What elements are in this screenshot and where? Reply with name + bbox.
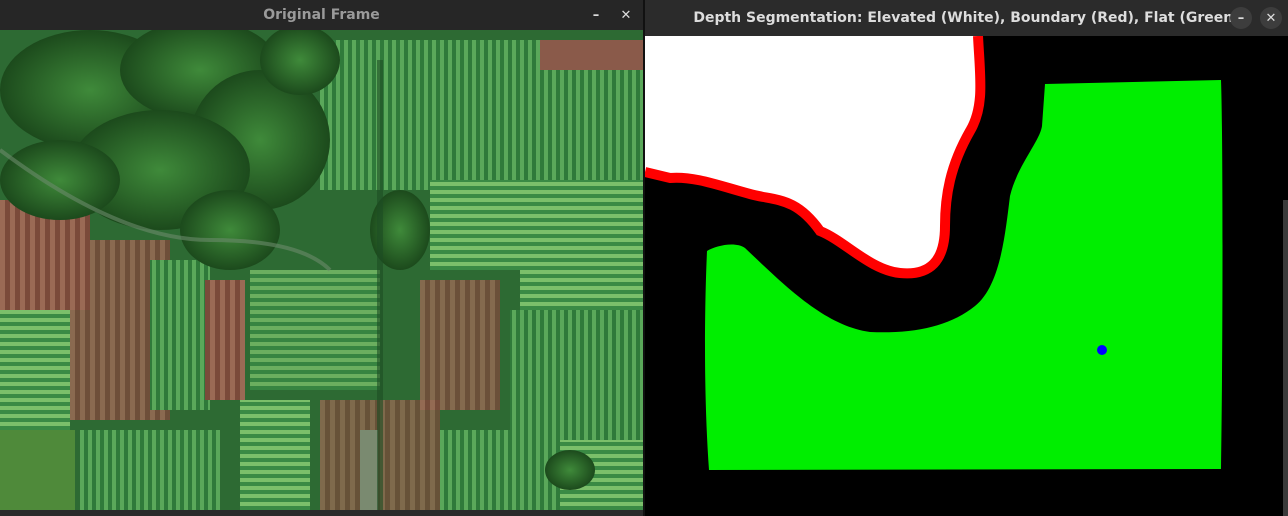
minimize-icon[interactable]: – — [1230, 7, 1252, 29]
segmentation-canvas — [645, 35, 1288, 516]
aerial-image — [0, 20, 643, 516]
segmentation-mask — [645, 35, 1288, 516]
marker-dot — [1097, 345, 1107, 355]
titlebar[interactable]: Original Frame – ✕ — [0, 0, 643, 30]
farm-aerial-photo — [0, 20, 643, 516]
original-frame-window: Original Frame – ✕ — [0, 0, 643, 516]
window-title: Original Frame — [263, 7, 380, 23]
close-icon[interactable]: ✕ — [1260, 7, 1282, 29]
bottom-strip — [0, 510, 643, 516]
close-icon[interactable]: ✕ — [615, 4, 637, 26]
desktop-edge — [1283, 200, 1288, 516]
minimize-icon[interactable]: – — [585, 4, 607, 26]
segmentation-window: Depth Segmentation: Elevated (White), Bo… — [645, 0, 1288, 516]
titlebar[interactable]: Depth Segmentation: Elevated (White), Bo… — [645, 0, 1288, 36]
window-title: Depth Segmentation: Elevated (White), Bo… — [693, 10, 1240, 26]
